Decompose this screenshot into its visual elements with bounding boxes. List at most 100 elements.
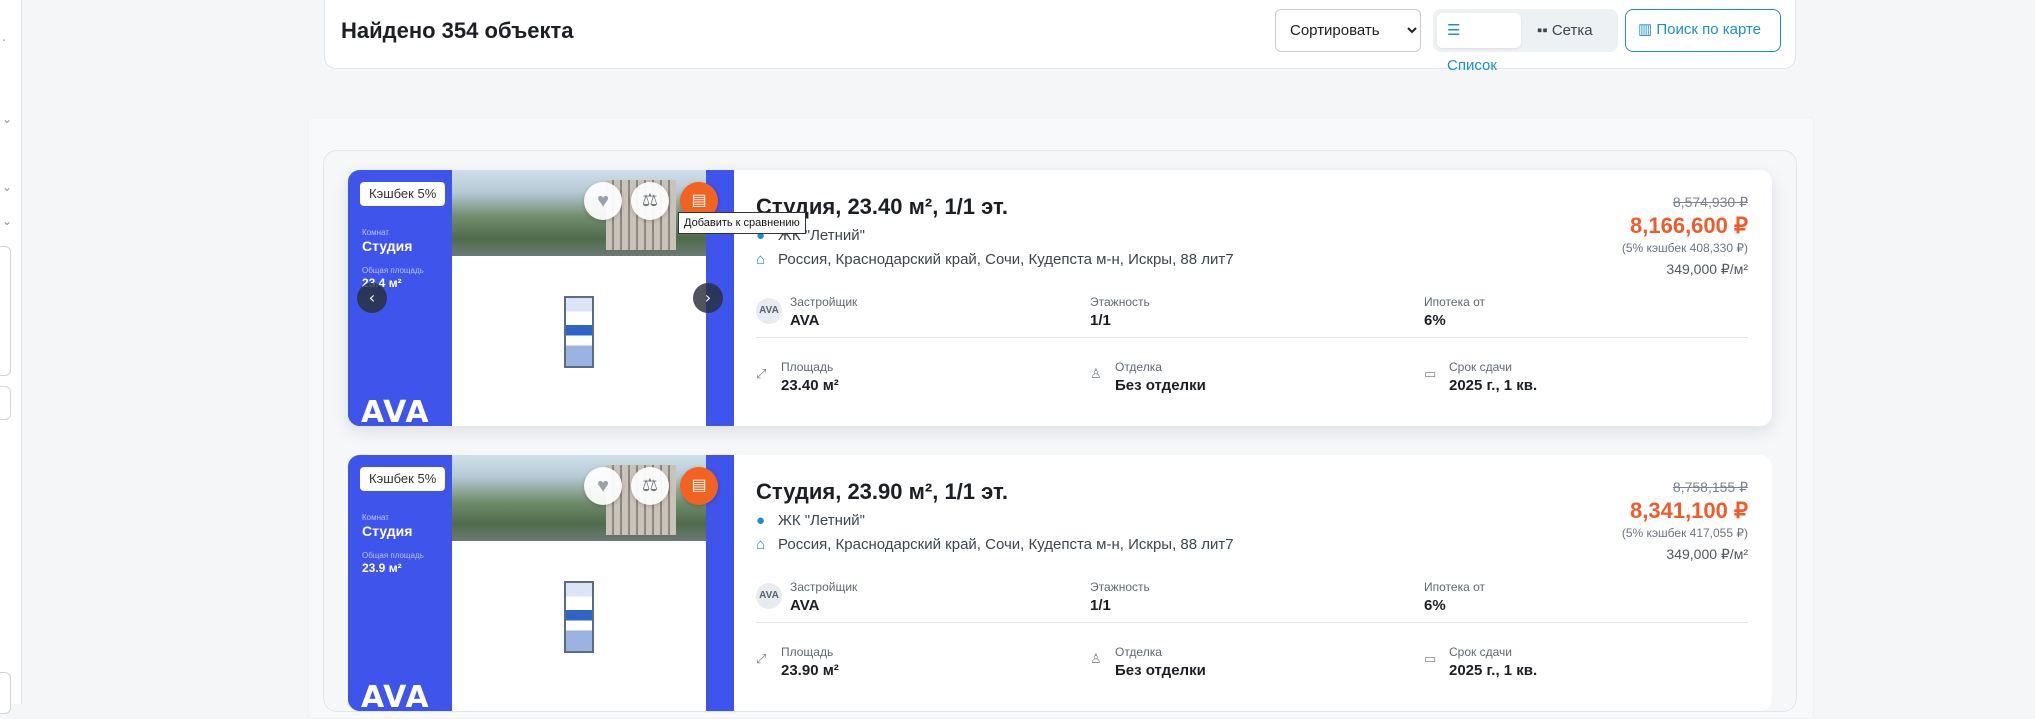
mortgage-value: 6% xyxy=(1424,312,1446,329)
area-attr: ⤢ Площадь 23.40 м² xyxy=(756,360,839,394)
left-filter-strip: . ⌄ ⌄ ⌄ xyxy=(0,0,22,714)
pdf-icon: ▤ xyxy=(691,477,707,494)
floor-plan xyxy=(452,256,706,426)
listing-gallery[interactable]: Кэшбек 5% Комнат Студия Общая площадь 23… xyxy=(348,170,734,426)
floors-attr: Этажность 1/1 xyxy=(1090,295,1150,329)
area-label: Площадь xyxy=(781,645,834,659)
complex-line: ● ЖК "Летний" xyxy=(756,512,865,529)
filter-field[interactable] xyxy=(0,246,11,376)
compare-button[interactable]: ⚖ xyxy=(631,182,669,220)
compare-button[interactable]: ⚖ xyxy=(631,467,669,505)
developer-attr: Застройщик AVA xyxy=(790,295,857,329)
developer-value: AVA xyxy=(790,312,820,329)
developer-label: Застройщик xyxy=(790,580,858,594)
brand-logo: AVA xyxy=(361,395,430,426)
promo-rooms: Студия xyxy=(362,523,413,539)
chevron-icon[interactable]: ⌄ xyxy=(2,214,12,228)
promo-area-label: Общая площадь xyxy=(362,551,424,560)
brush-icon: ♙ xyxy=(1090,651,1102,666)
calendar-icon: ▭ xyxy=(1424,366,1437,381)
chevron-icon[interactable]: ⌄ xyxy=(2,180,12,194)
promo-panel: Кэшбек 5% Комнат Студия Общая площадь 23… xyxy=(348,455,452,711)
floor-plan-image xyxy=(564,296,594,368)
finish-value: Без отделки xyxy=(1115,662,1206,679)
promo-area-label: Общая площадь xyxy=(362,266,424,275)
mortgage-attr: Ипотека от 6% xyxy=(1424,580,1485,614)
price-block: 8,758,155 ₽ 8,341,100 ₽ (5% кэшбек 417,0… xyxy=(1622,479,1748,563)
address: Россия, Краснодарский край, Сочи, Кудепс… xyxy=(778,251,1234,268)
house-icon: ⌂ xyxy=(756,536,766,553)
finish-attr: ♙ Отделка Без отделки xyxy=(1090,645,1206,679)
price-block: 8,574,930 ₽ 8,166,600 ₽ (5% кэшбек 408,3… xyxy=(1622,194,1748,278)
scales-icon: ⚖ xyxy=(641,475,659,496)
current-price: 8,341,100 ₽ xyxy=(1630,498,1748,523)
floor-plan-image xyxy=(564,581,594,653)
finish-attr: ♙ Отделка Без отделки xyxy=(1090,360,1206,394)
location-pin-icon: ● xyxy=(756,512,766,529)
view-grid-button[interactable]: ▪▪ Сетка xyxy=(1527,13,1613,48)
current-price: 8,166,600 ₽ xyxy=(1630,213,1748,238)
results-toolbar: Найдено 354 объекта Сортировать ☰ Список… xyxy=(324,0,1796,74)
list-icon: ☰ xyxy=(1447,22,1461,39)
address-line: ⌂ Россия, Краснодарский край, Сочи, Кудеп… xyxy=(756,536,1234,553)
price-per-meter: 349,000 ₽/м² xyxy=(1666,546,1748,562)
divider xyxy=(756,622,1748,623)
old-price: 8,758,155 ₽ xyxy=(1672,479,1748,495)
view-list-button[interactable]: ☰ Список xyxy=(1437,13,1521,74)
finish-value: Без отделки xyxy=(1115,377,1206,394)
scales-icon: ⚖ xyxy=(641,190,659,211)
map-search-button[interactable]: ▥ Поиск по карте xyxy=(1625,9,1781,52)
floors-attr: Этажность 1/1 xyxy=(1090,580,1150,614)
listing-gallery[interactable]: Кэшбек 5% Комнат Студия Общая площадь 23… xyxy=(348,455,734,711)
floors-label: Этажность xyxy=(1090,295,1150,309)
complex-name[interactable]: ЖК "Летний" xyxy=(778,512,865,529)
deadline-label: Срок сдачи xyxy=(1449,645,1512,659)
floors-label: Этажность xyxy=(1090,580,1150,594)
filter-field[interactable] xyxy=(0,672,11,714)
calendar-icon: ▭ xyxy=(1424,651,1437,666)
developer-avatar: AVA xyxy=(756,298,782,324)
deadline-attr: ▭ Срок сдачи 2025 г., 1 кв. xyxy=(1424,360,1538,394)
favorite-button[interactable]: ♥ xyxy=(584,467,622,505)
finish-label: Отделка xyxy=(1115,360,1162,374)
developer-avatar: AVA xyxy=(756,583,782,609)
sort-select[interactable]: Сортировать xyxy=(1275,9,1421,52)
chevron-right-icon: › xyxy=(704,288,712,307)
prev-image-button[interactable]: ‹ xyxy=(357,283,387,313)
cashback-badge: Кэшбек 5% xyxy=(360,467,446,491)
map-icon: ▥ xyxy=(1638,21,1653,38)
deadline-value: 2025 г., 1 кв. xyxy=(1449,662,1538,679)
listing-card[interactable]: Кэшбек 5% Комнат Студия Общая площадь 23… xyxy=(348,170,1772,426)
chevron-icon[interactable]: . xyxy=(2,30,6,44)
area-value: 23.40 м² xyxy=(781,377,839,394)
filter-field[interactable] xyxy=(0,386,11,420)
promo-area: 23.9 м² xyxy=(362,561,402,575)
area-value: 23.90 м² xyxy=(781,662,839,679)
mortgage-value: 6% xyxy=(1424,597,1446,614)
building-photo xyxy=(452,170,706,256)
finish-label: Отделка xyxy=(1115,645,1162,659)
heart-icon: ♥ xyxy=(597,475,609,497)
next-image-button[interactable]: › xyxy=(693,283,723,313)
listing-title[interactable]: Студия, 23.90 м², 1/1 эт. xyxy=(756,479,1008,505)
pdf-button[interactable]: ▤ xyxy=(680,467,718,505)
area-attr: ⤢ Площадь 23.90 м² xyxy=(756,645,839,679)
floors-value: 1/1 xyxy=(1090,597,1111,614)
chevron-left-icon: ‹ xyxy=(368,288,376,307)
divider xyxy=(756,337,1748,338)
promo-rooms: Студия xyxy=(362,238,413,254)
favorite-button[interactable]: ♥ xyxy=(584,182,622,220)
brush-icon: ♙ xyxy=(1090,366,1102,381)
developer-label: Застройщик xyxy=(790,295,858,309)
view-toggle: ☰ Список ▪▪ Сетка xyxy=(1433,9,1618,74)
price-per-meter: 349,000 ₽/м² xyxy=(1666,261,1748,277)
brand-logo: AVA xyxy=(361,680,430,711)
house-icon: ⌂ xyxy=(756,251,766,268)
cashback-note: (5% кэшбек 417,055 ₽) xyxy=(1621,526,1748,540)
mortgage-label: Ипотека от xyxy=(1424,580,1485,594)
listing-card[interactable]: Кэшбек 5% Комнат Студия Общая площадь 23… xyxy=(348,455,1772,711)
mortgage-attr: Ипотека от 6% xyxy=(1424,295,1485,329)
promo-rooms-label: Комнат xyxy=(362,513,389,522)
deadline-value: 2025 г., 1 кв. xyxy=(1449,377,1538,394)
chevron-icon[interactable]: ⌄ xyxy=(2,112,12,126)
